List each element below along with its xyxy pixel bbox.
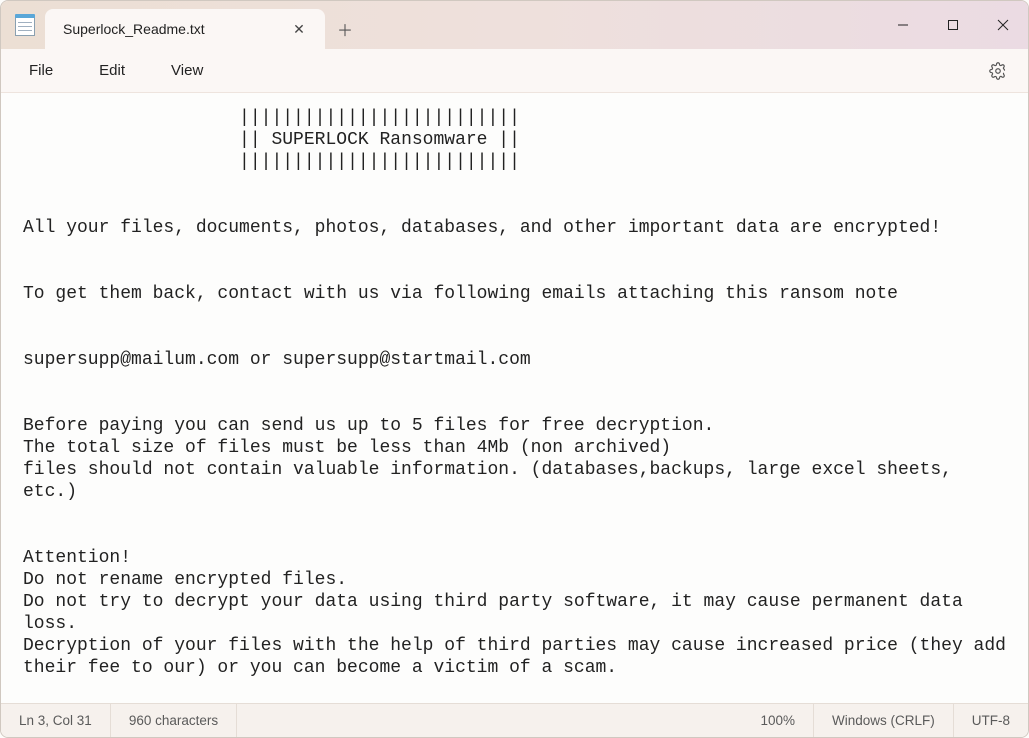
text-editor[interactable]: |||||||||||||||||||||||||| || SUPERLOCK … xyxy=(1,93,1028,703)
menu-edit[interactable]: Edit xyxy=(85,56,139,85)
maximize-icon xyxy=(947,19,959,31)
statusbar: Ln 3, Col 31 960 characters 100% Windows… xyxy=(1,703,1028,737)
window-controls xyxy=(878,1,1028,49)
notepad-icon xyxy=(15,14,35,36)
gear-icon xyxy=(989,62,1007,80)
tab-active[interactable]: Superlock_Readme.txt ✕ xyxy=(45,9,325,49)
titlebar-drag-area[interactable] xyxy=(365,1,878,49)
minimize-icon xyxy=(897,19,909,31)
status-encoding[interactable]: UTF-8 xyxy=(954,704,1028,737)
menubar: File Edit View xyxy=(1,49,1028,93)
status-charcount[interactable]: 960 characters xyxy=(111,704,237,737)
menu-view[interactable]: View xyxy=(157,56,217,85)
plus-icon: ＋ xyxy=(337,17,353,41)
status-zoom[interactable]: 100% xyxy=(742,704,814,737)
status-lineending[interactable]: Windows (CRLF) xyxy=(814,704,954,737)
close-icon xyxy=(997,19,1009,31)
minimize-button[interactable] xyxy=(878,1,928,49)
close-window-button[interactable] xyxy=(978,1,1028,49)
maximize-button[interactable] xyxy=(928,1,978,49)
tab-close-button[interactable]: ✕ xyxy=(285,15,313,43)
app-icon-area xyxy=(1,1,45,49)
new-tab-button[interactable]: ＋ xyxy=(325,9,365,49)
notepad-window: Superlock_Readme.txt ✕ ＋ File Edit View xyxy=(0,0,1029,738)
titlebar[interactable]: Superlock_Readme.txt ✕ ＋ xyxy=(1,1,1028,49)
menu-file[interactable]: File xyxy=(15,56,67,85)
tab-title: Superlock_Readme.txt xyxy=(63,21,285,37)
settings-button[interactable] xyxy=(982,55,1014,87)
status-position[interactable]: Ln 3, Col 31 xyxy=(1,704,111,737)
